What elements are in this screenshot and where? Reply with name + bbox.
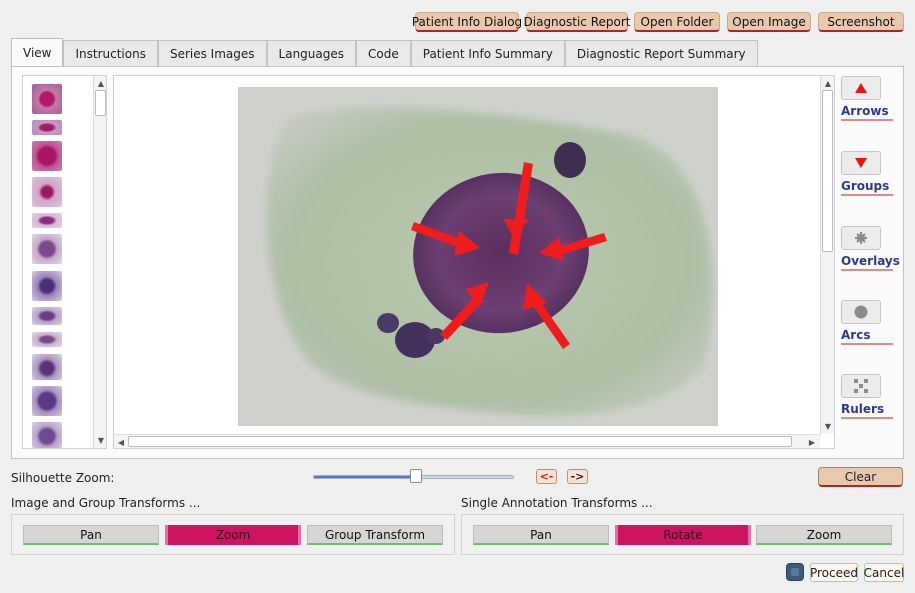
next-button[interactable]: -> [567, 469, 588, 484]
status-icon[interactable] [786, 563, 804, 581]
open-folder-button[interactable]: Open Folder [634, 12, 720, 32]
slider-knob[interactable] [409, 469, 422, 483]
thumbnail[interactable] [32, 120, 62, 135]
annotation-pan-button[interactable]: Pan [473, 525, 609, 545]
clear-button[interactable]: Clear [818, 467, 903, 487]
group-transform-button[interactable]: Group Transform [307, 525, 443, 545]
thumbnail[interactable] [32, 354, 62, 380]
overlays-tool-button[interactable] [841, 226, 881, 250]
gear-icon [855, 232, 867, 244]
tool-label-overlays: Overlays [841, 254, 900, 271]
ruler-grid-icon [854, 379, 868, 393]
status-icon-inner [791, 568, 799, 576]
image-group-transforms-panel: Pan Zoom Group Transform [11, 514, 455, 555]
viewer-horizontal-scrollbar[interactable]: ◀ ▶ [114, 434, 820, 448]
rulers-tool-button[interactable] [841, 374, 881, 398]
groups-tool-button[interactable] [841, 151, 881, 175]
image-viewer[interactable]: ▲ ▼ ◀ ▶ [113, 75, 835, 449]
tool-arrows[interactable]: Arrows [841, 76, 893, 121]
image-pan-button[interactable]: Pan [23, 525, 159, 545]
silhouette-zoom-label: Silhouette Zoom: [11, 471, 115, 485]
diagnostic-report-button[interactable]: Diagnostic Report [524, 12, 631, 32]
thumbnail[interactable] [32, 422, 62, 448]
tool-label-groups: Groups [841, 179, 893, 196]
tool-label-rulers: Rulers [841, 402, 893, 419]
arrows-tool-button[interactable] [841, 76, 881, 100]
tab-diagnostic-report-summary[interactable]: Diagnostic Report Summary [564, 40, 758, 66]
scrollbar-thumb[interactable] [95, 90, 106, 116]
tab-code[interactable]: Code [356, 40, 411, 66]
annotation-rotate-button[interactable]: Rotate [615, 525, 751, 545]
tool-rulers[interactable]: Rulers [841, 374, 893, 419]
thumbnail[interactable] [32, 213, 62, 228]
thumbnail[interactable] [32, 307, 62, 325]
thumbnail[interactable] [32, 332, 62, 347]
previous-button[interactable]: <- [536, 469, 557, 484]
tab-view[interactable]: View [11, 38, 64, 66]
annotation-zoom-button[interactable]: Zoom [756, 525, 892, 545]
open-image-button[interactable]: Open Image [727, 12, 811, 32]
arcs-tool-button[interactable] [841, 300, 881, 324]
scroll-right-icon[interactable]: ▶ [806, 436, 818, 448]
tab-bar: View Instructions Series Images Language… [11, 38, 758, 66]
tool-label-arcs: Arcs [841, 328, 893, 345]
scrollbar-thumb[interactable] [128, 436, 792, 447]
slider-fill [314, 476, 417, 478]
scroll-left-icon[interactable]: ◀ [115, 436, 127, 448]
tool-arcs[interactable]: Arcs [841, 300, 893, 345]
cancel-button[interactable]: Cancel [864, 563, 904, 582]
tool-label-arrows: Arrows [841, 104, 893, 121]
thumbnail[interactable] [32, 177, 62, 207]
single-annotation-transforms-title: Single Annotation Transforms ... [461, 496, 653, 510]
single-annotation-transforms-panel: Pan Rotate Zoom [461, 514, 904, 555]
circle-icon [854, 305, 868, 319]
scroll-up-icon[interactable]: ▲ [822, 77, 834, 89]
app-window: Patient Info Dialog Diagnostic Report Op… [0, 0, 915, 593]
tool-groups[interactable]: Groups [841, 151, 893, 196]
screenshot-button[interactable]: Screenshot [818, 12, 904, 32]
triangle-down-icon [855, 158, 867, 168]
image-zoom-button[interactable]: Zoom [165, 525, 301, 545]
tab-patient-info-summary[interactable]: Patient Info Summary [410, 40, 565, 66]
scroll-up-icon[interactable]: ▲ [95, 77, 106, 89]
patient-info-dialog-button[interactable]: Patient Info Dialog [412, 12, 522, 32]
thumbnail-list[interactable]: ▲ ▼ [22, 75, 107, 449]
viewer-vertical-scrollbar[interactable]: ▲ ▼ [820, 76, 834, 434]
thumbnail[interactable] [32, 271, 62, 301]
tab-series-images[interactable]: Series Images [157, 40, 267, 66]
scroll-down-icon[interactable]: ▼ [95, 434, 106, 446]
thumbnail[interactable] [32, 84, 62, 114]
scrollbar-thumb[interactable] [822, 90, 833, 252]
thumbnail[interactable] [32, 234, 62, 264]
image-group-transforms-title: Image and Group Transforms ... [11, 496, 201, 510]
scroll-down-icon[interactable]: ▼ [822, 420, 834, 432]
proceed-button[interactable]: Proceed [810, 563, 858, 582]
thumbnail-scrollbar[interactable]: ▲ ▼ [93, 76, 106, 448]
tab-languages[interactable]: Languages [266, 40, 357, 66]
cell-image [238, 87, 718, 426]
triangle-up-icon [855, 83, 867, 93]
tool-overlays[interactable]: Overlays [841, 226, 900, 271]
thumbnail[interactable] [32, 141, 62, 171]
thumbnail[interactable] [32, 386, 62, 416]
tab-instructions[interactable]: Instructions [63, 40, 158, 66]
